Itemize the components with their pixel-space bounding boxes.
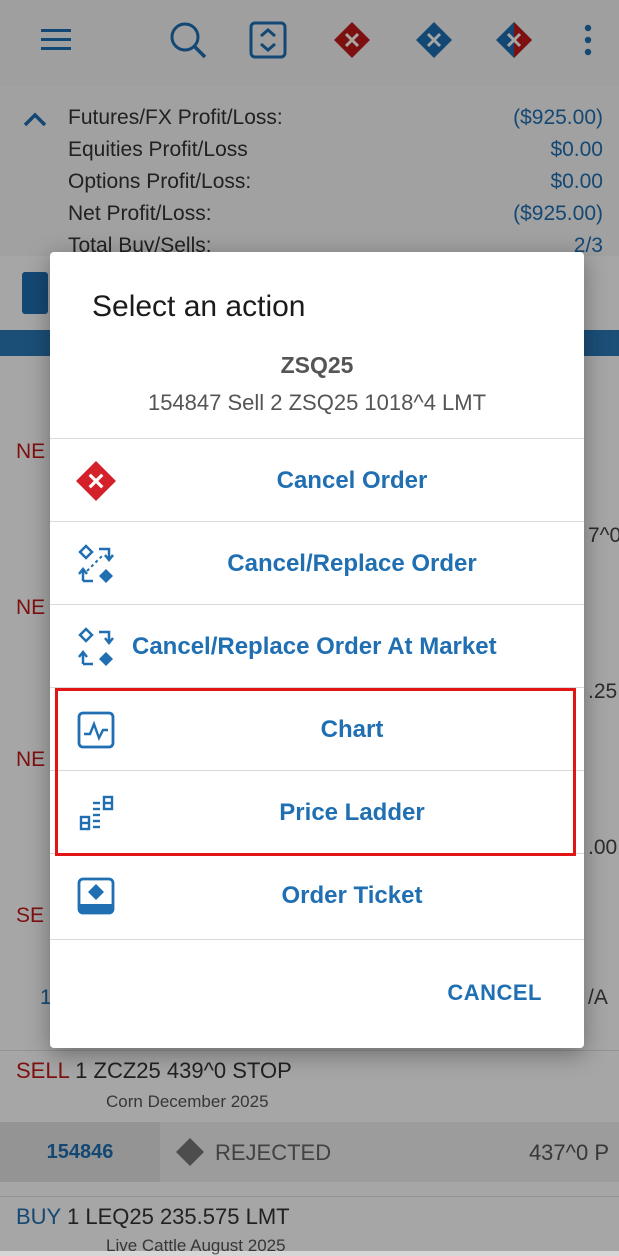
cancel-replace-market-item[interactable]: Cancel/Replace Order At Market [50,604,584,688]
cancel-replace-icon [72,540,120,588]
cancel-replace-market-label: Cancel/Replace Order At Market [132,632,497,660]
order-ticket-icon [72,872,120,920]
order-symbol: ZSQ25 [280,352,354,378]
cancel-replace-item[interactable]: Cancel/Replace Order [50,521,584,605]
cancel-button[interactable]: CANCEL [447,980,542,1006]
cancel-replace-market-icon [72,623,120,671]
dialog-divider [50,939,584,940]
highlight-box [55,688,576,856]
cancel-order-item[interactable]: Cancel Order [50,438,584,522]
cancel-order-label: Cancel Order [276,466,428,494]
dialog-title: Select an action [92,290,306,323]
order-ticket-label: Order Ticket [281,881,423,909]
order-description: 154847 Sell 2 ZSQ25 1018^4 LMT [147,390,487,415]
select-action-dialog: Select an action ZSQ25 154847 Sell 2 ZSQ… [50,252,584,1048]
cancel-replace-label: Cancel/Replace Order [227,549,477,577]
order-ticket-item[interactable]: Order Ticket [50,853,584,937]
cancel-order-icon [72,457,120,505]
